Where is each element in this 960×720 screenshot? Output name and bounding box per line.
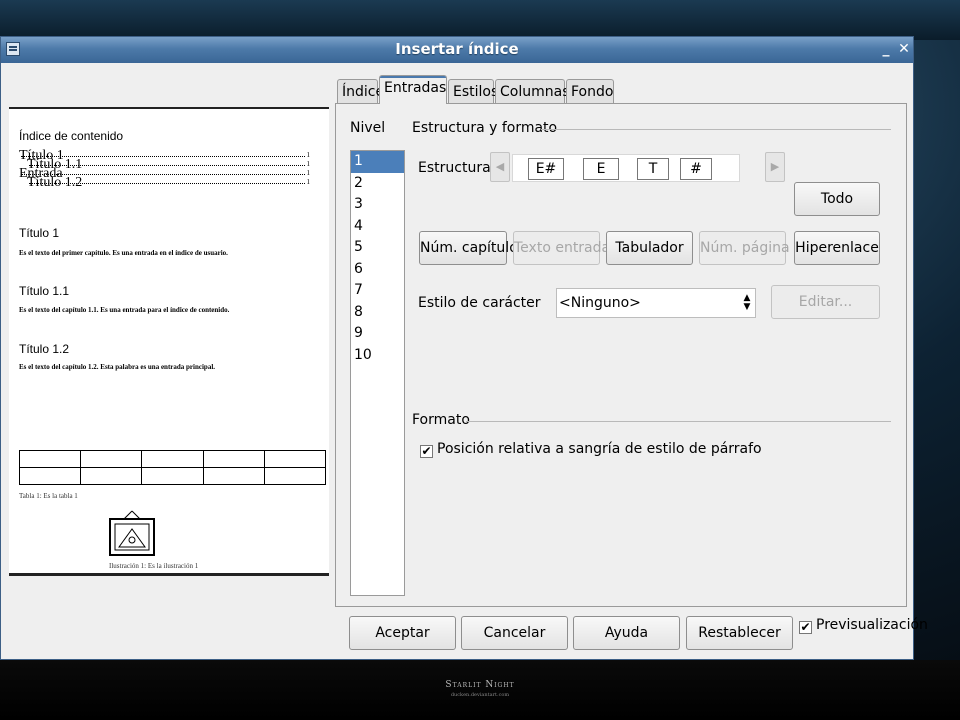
tab-stop-button[interactable]: Tabulador — [606, 231, 693, 265]
edit-style-button: Editar... — [771, 285, 880, 319]
format-section-label: Formato — [412, 412, 470, 428]
structure-token[interactable]: # — [680, 158, 712, 180]
insert-index-dialog: Insertar índice _ ✕ Índice de contenido … — [0, 36, 928, 660]
structure-token[interactable]: E — [583, 158, 619, 180]
wallpaper-brand: Starlit Night — [445, 680, 515, 690]
level-item[interactable]: 6 — [351, 259, 404, 281]
help-button[interactable]: Ayuda — [573, 616, 680, 650]
spinner-arrows-icon: ▲ ▼ — [743, 293, 751, 312]
title-bar[interactable]: Insertar índice _ ✕ — [1, 37, 913, 63]
entry-text-button: Texto entrada — [513, 231, 610, 265]
char-style-label: Estilo de carácter — [418, 295, 541, 311]
preview-table — [18, 450, 327, 485]
chapter-number-button[interactable]: Núm. capítulo — [419, 231, 518, 265]
relative-indent-label: Posición relativa a sangría de estilo de… — [437, 441, 762, 457]
minimize-icon[interactable]: _ — [877, 40, 895, 58]
page-number-button: Núm. página — [699, 231, 790, 265]
wallpaper-watermark: Starlit Night ducken.deviantart.com — [430, 680, 530, 700]
structure-token[interactable]: E# — [528, 158, 564, 180]
preview-section-title: Título 1 — [19, 226, 60, 240]
level-list[interactable]: 1 2 3 4 5 6 7 8 9 10 — [350, 150, 405, 596]
level-item[interactable]: 7 — [351, 280, 404, 302]
char-style-select[interactable]: <Ninguno> ▲ ▼ — [556, 288, 756, 318]
relative-indent-checkbox[interactable]: ✔ — [420, 445, 433, 458]
structure-token-strip[interactable]: E# E T # — [512, 154, 740, 182]
level-item[interactable]: 5 — [351, 237, 404, 259]
tab-estilos[interactable]: Estilos — [448, 79, 498, 103]
level-item[interactable]: 10 — [351, 345, 404, 367]
structure-section-divider — [541, 129, 891, 130]
window-title: Insertar índice — [395, 40, 519, 58]
wallpaper-credit: ducken.deviantart.com — [450, 692, 510, 698]
preview-heading: Índice de contenido — [19, 129, 124, 143]
structure-section-label: Estructura y formato — [412, 120, 558, 136]
tab-indice[interactable]: Índice — [337, 79, 384, 103]
preview-section-text: Es el texto del primer capítulo. Es una … — [19, 249, 228, 257]
hyperlink-button[interactable]: Hiperenlace — [794, 231, 880, 265]
level-item[interactable]: 1 — [351, 151, 404, 173]
structure-label: Estructura — [418, 160, 491, 176]
format-section-divider — [466, 421, 891, 422]
level-item[interactable]: 2 — [351, 173, 404, 195]
preview-table-caption: Tabla 1: Es la tabla 1 — [19, 492, 78, 500]
entries-panel: Nivel 1 2 3 4 5 6 7 8 9 10 Estructura y … — [335, 103, 907, 607]
level-item[interactable]: 9 — [351, 323, 404, 345]
cancel-button[interactable]: Cancelar — [461, 616, 568, 650]
structure-token[interactable]: T — [637, 158, 669, 180]
level-label: Nivel — [350, 120, 386, 136]
reset-button[interactable]: Restablecer — [686, 616, 793, 650]
close-icon[interactable]: ✕ — [895, 40, 913, 58]
tab-columnas[interactable]: Columnas — [495, 79, 570, 103]
char-style-value: <Ninguno> — [559, 295, 641, 311]
all-button[interactable]: Todo — [794, 182, 880, 216]
level-item[interactable]: 8 — [351, 302, 404, 324]
preview-section-text: Es el texto del capítulo 1.1. Es una ent… — [19, 306, 230, 314]
preview-checkbox[interactable]: ✔ — [799, 621, 812, 634]
preview-illustration-icon — [109, 510, 155, 556]
tab-fondo[interactable]: Fondo — [566, 79, 614, 103]
preview-section-title: Título 1.1 — [19, 284, 70, 298]
structure-scroll-left-icon[interactable]: ◀ — [490, 152, 510, 182]
preview-pane: Índice de contenido Título 11 Título 1.1… — [9, 107, 329, 576]
tab-entradas[interactable]: Entradas — [379, 75, 447, 104]
desktop-wallpaper-top — [0, 0, 960, 40]
level-item[interactable]: 3 — [351, 194, 404, 216]
level-item[interactable]: 4 — [351, 216, 404, 238]
preview-toc-row: Título 1.2 1 — [27, 175, 310, 190]
preview-section-title: Título 1.2 — [19, 342, 70, 356]
structure-scroll-right-icon[interactable]: ▶ — [765, 152, 785, 182]
ok-button[interactable]: Aceptar — [349, 616, 456, 650]
preview-section-text: Es el texto del capítulo 1.2. Esta palab… — [19, 363, 216, 371]
preview-illustration-caption: Ilustración 1: Es la ilustración 1 — [109, 562, 199, 570]
preview-label: Previsualización — [816, 617, 928, 633]
preview-toc: Título 11 Título 1.1 1 Entrada 1 Título 1.… — [19, 149, 310, 190]
